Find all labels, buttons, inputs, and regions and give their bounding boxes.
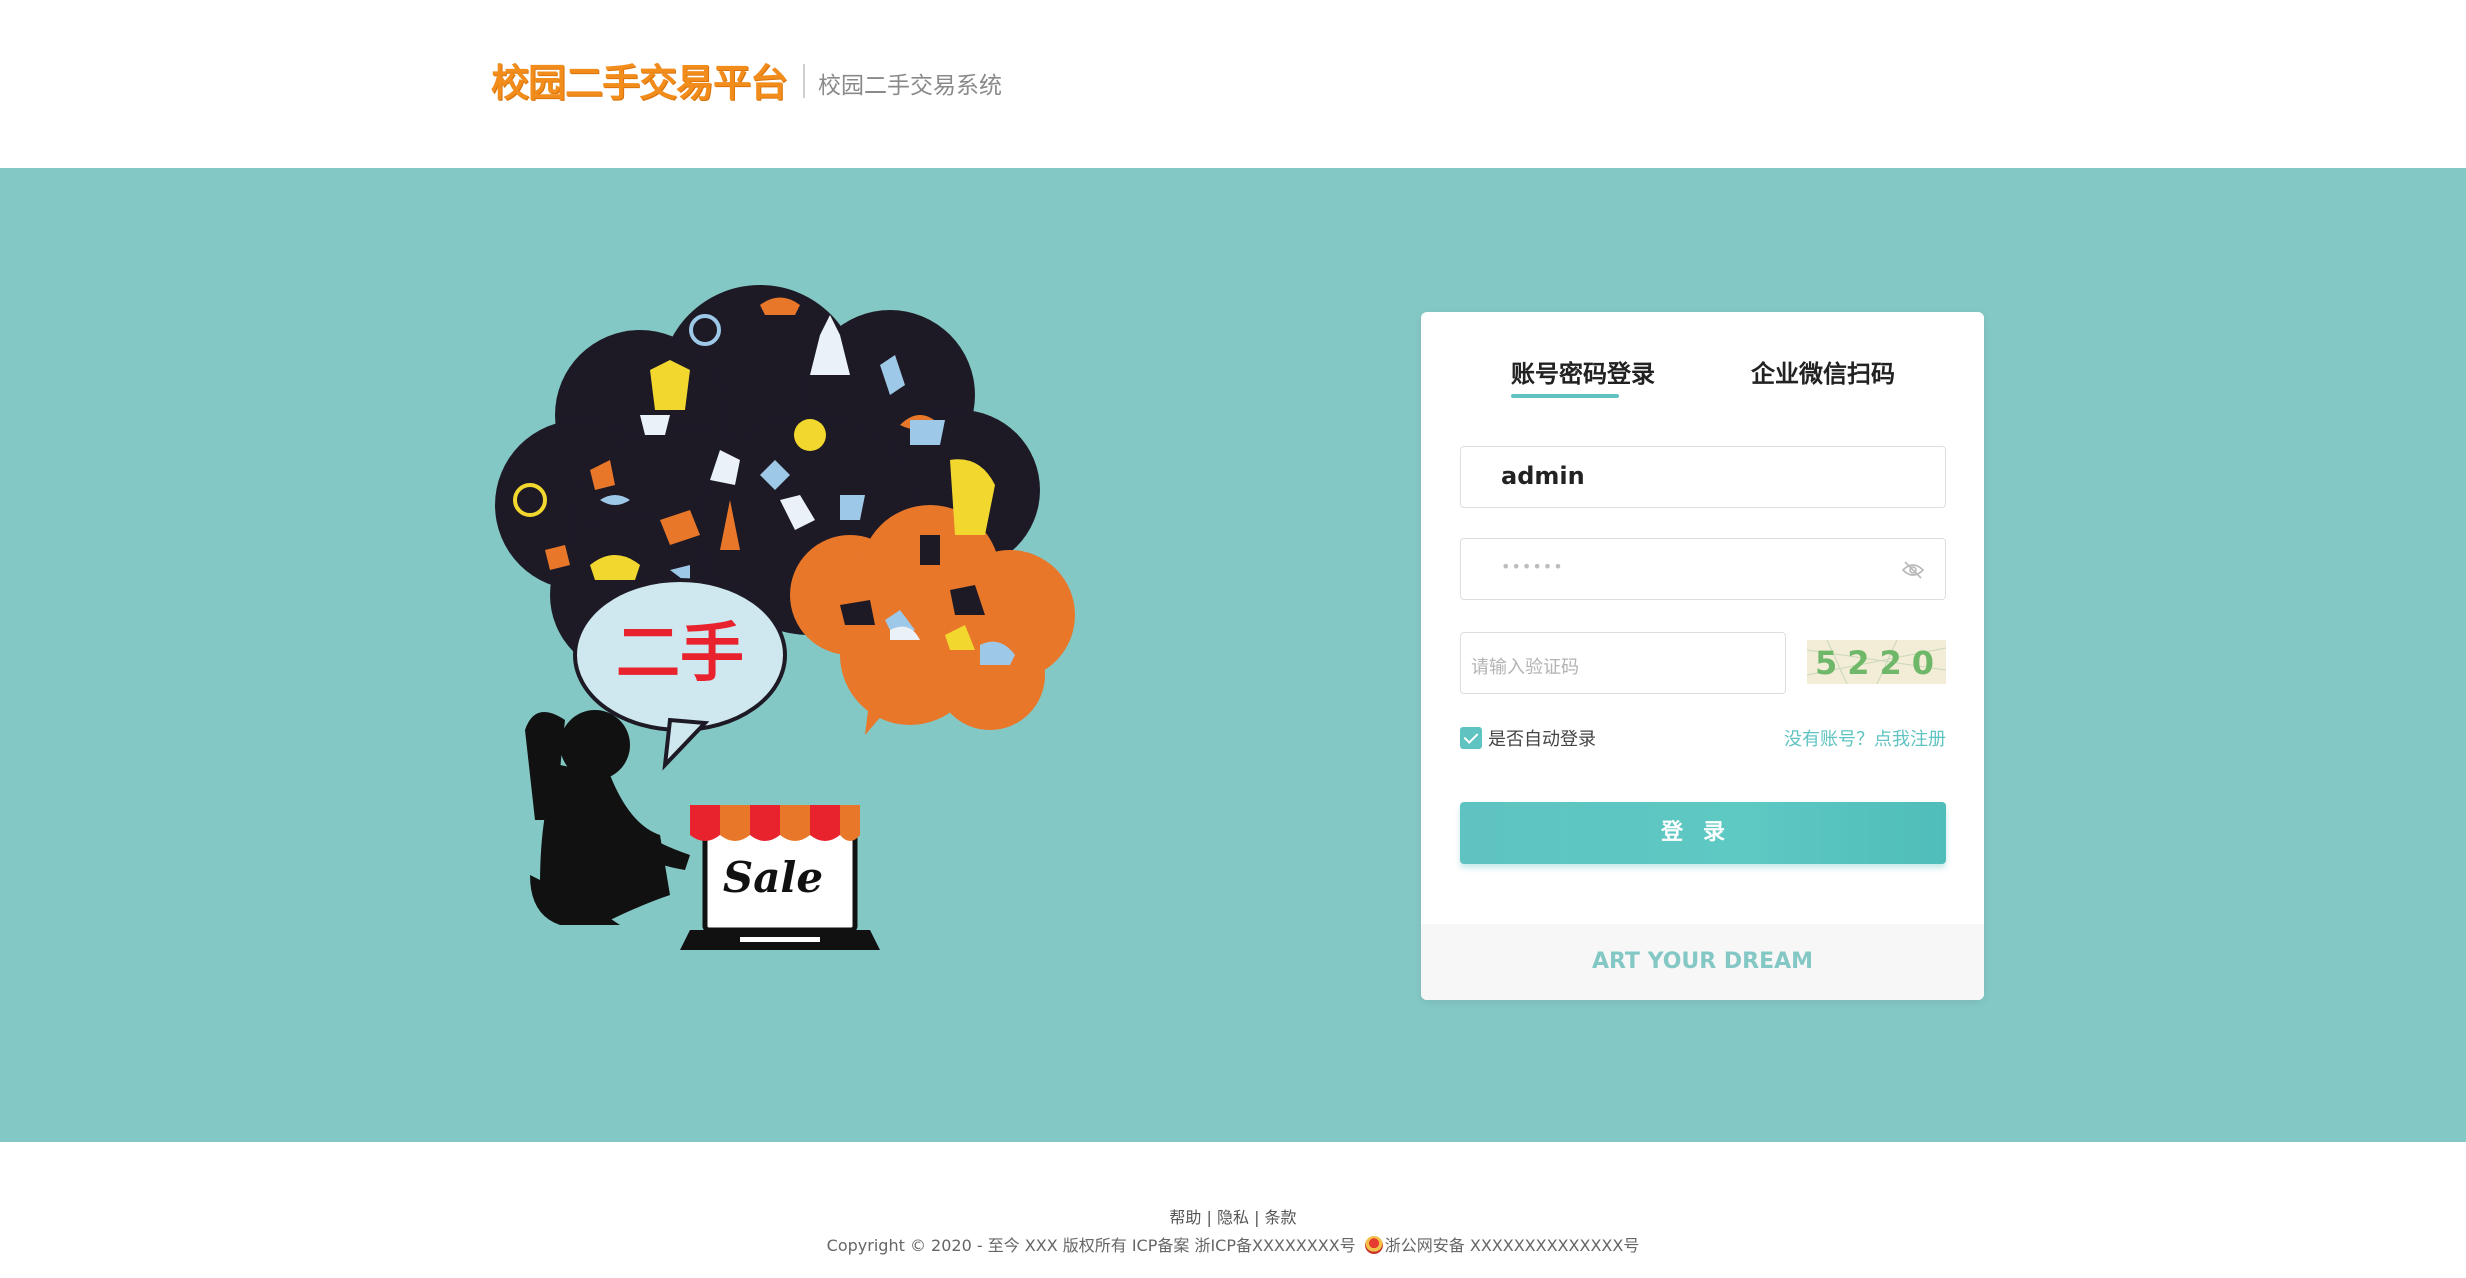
password-value[interactable]: ••••••	[1501, 557, 1564, 576]
second-hand-illustration: 二手 Sale	[495, 285, 1075, 950]
username-value[interactable]: admin	[1501, 462, 1585, 490]
hero-banner	[0, 168, 2466, 1142]
captcha-input[interactable]: 请输入验证码	[1460, 632, 1786, 694]
header: 校园二手交易平台 校园二手交易系统	[0, 0, 2466, 168]
auto-login-checkbox[interactable]	[1460, 727, 1482, 749]
tab-password-login[interactable]: 账号密码登录	[1511, 354, 1655, 389]
captcha-placeholder: 请输入验证码	[1471, 657, 1579, 678]
eye-off-icon[interactable]	[1901, 558, 1925, 582]
card-slogan: ART YOUR DREAM	[1421, 924, 1984, 1000]
police-record-text[interactable]: 浙公网安备 XXXXXXXXXXXXXX号	[1385, 1236, 1640, 1255]
register-link[interactable]: 没有账号？点我注册	[1784, 725, 1946, 751]
site-logo[interactable]: 校园二手交易平台	[491, 52, 788, 107]
footer-copyright: Copyright © 2020 - 至今 XXX 版权所有 ICP备案 浙IC…	[0, 1232, 2466, 1256]
captcha-code: 5220	[1815, 644, 1944, 682]
login-card: 账号密码登录 企业微信扫码 admin •••••• 请输入验证码 5220 是…	[1421, 312, 1984, 1000]
username-field[interactable]: admin	[1460, 446, 1946, 508]
bubble-text: 二手	[616, 616, 744, 691]
captcha-image[interactable]: 5220	[1807, 640, 1946, 684]
footer-links[interactable]: 帮助 | 隐私 | 条款	[0, 1204, 2466, 1228]
active-tab-indicator	[1511, 394, 1619, 398]
auto-login-label: 是否自动登录	[1488, 729, 1596, 750]
logo-divider	[803, 64, 805, 98]
password-field[interactable]: ••••••	[1460, 538, 1946, 600]
site-subtitle: 校园二手交易系统	[818, 73, 1002, 99]
police-badge-icon	[1364, 1236, 1383, 1254]
tab-wechat-scan[interactable]: 企业微信扫码	[1751, 354, 1895, 389]
auto-login-option[interactable]: 是否自动登录	[1460, 725, 1596, 751]
sale-text: Sale	[723, 853, 823, 902]
copyright-text: Copyright © 2020 - 至今 XXX 版权所有 ICP备案 浙IC…	[826, 1236, 1356, 1255]
login-button[interactable]: 登录	[1460, 802, 1946, 864]
